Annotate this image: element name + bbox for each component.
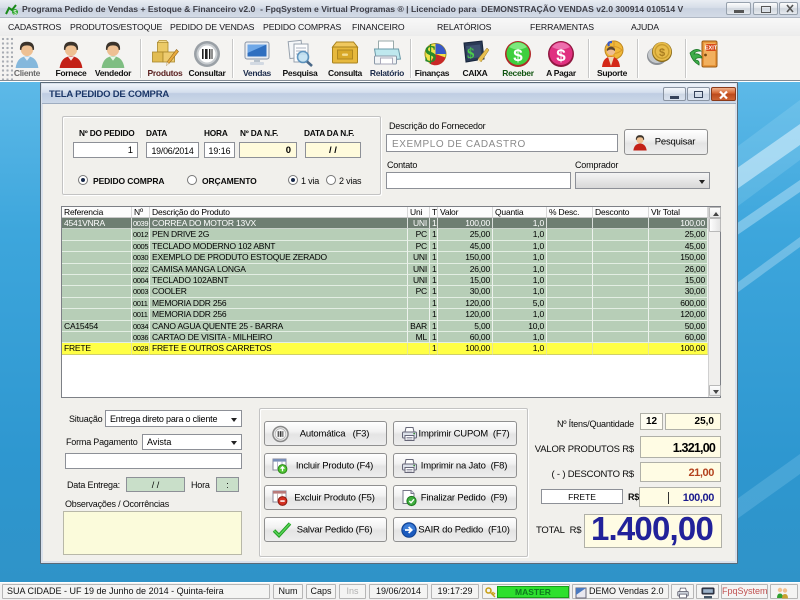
svg-text:$: $ (467, 46, 475, 62)
svg-text:$: $ (425, 42, 437, 68)
svg-text:$: $ (513, 46, 523, 65)
svg-text:$: $ (659, 47, 665, 59)
svg-text:$: $ (556, 46, 566, 65)
svg-text:EXIT: EXIT (705, 46, 718, 52)
